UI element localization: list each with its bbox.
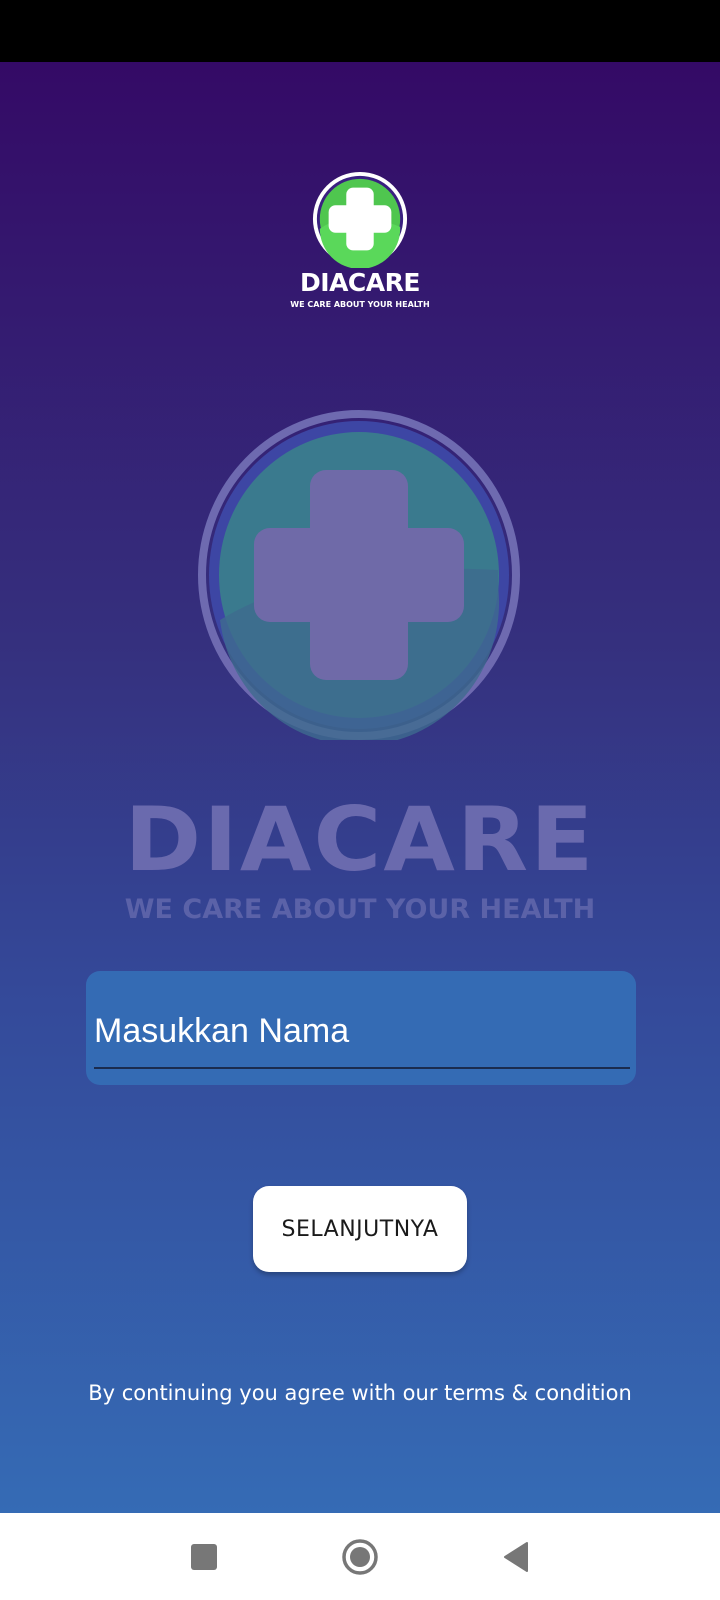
navigation-bar [0, 1513, 720, 1600]
input-underline [94, 1067, 630, 1069]
watermark-brand-name: DIACARE [124, 788, 596, 891]
welcome-screen: DIACARE WE CARE ABOUT YOUR HEALTH DIACAR… [0, 62, 720, 1513]
app-name: DIACARE [300, 268, 420, 297]
terms-notice: By continuing you agree with our terms &… [88, 1381, 632, 1405]
watermark-cross-icon [198, 410, 520, 740]
recents-button[interactable] [180, 1533, 228, 1581]
circle-icon [342, 1539, 378, 1575]
triangle-back-icon [504, 1542, 528, 1572]
home-button[interactable] [336, 1533, 384, 1581]
watermark-brand-tagline: WE CARE ABOUT YOUR HEALTH [124, 894, 596, 925]
back-button[interactable] [492, 1533, 540, 1581]
app-tagline: WE CARE ABOUT YOUR HEALTH [290, 300, 430, 309]
square-icon [191, 1544, 217, 1570]
name-input-field[interactable] [86, 971, 636, 1085]
name-input[interactable] [94, 1001, 624, 1061]
next-button[interactable]: SELANJUTNYA [253, 1186, 467, 1272]
status-bar [0, 0, 720, 62]
medical-cross-icon [312, 171, 408, 268]
